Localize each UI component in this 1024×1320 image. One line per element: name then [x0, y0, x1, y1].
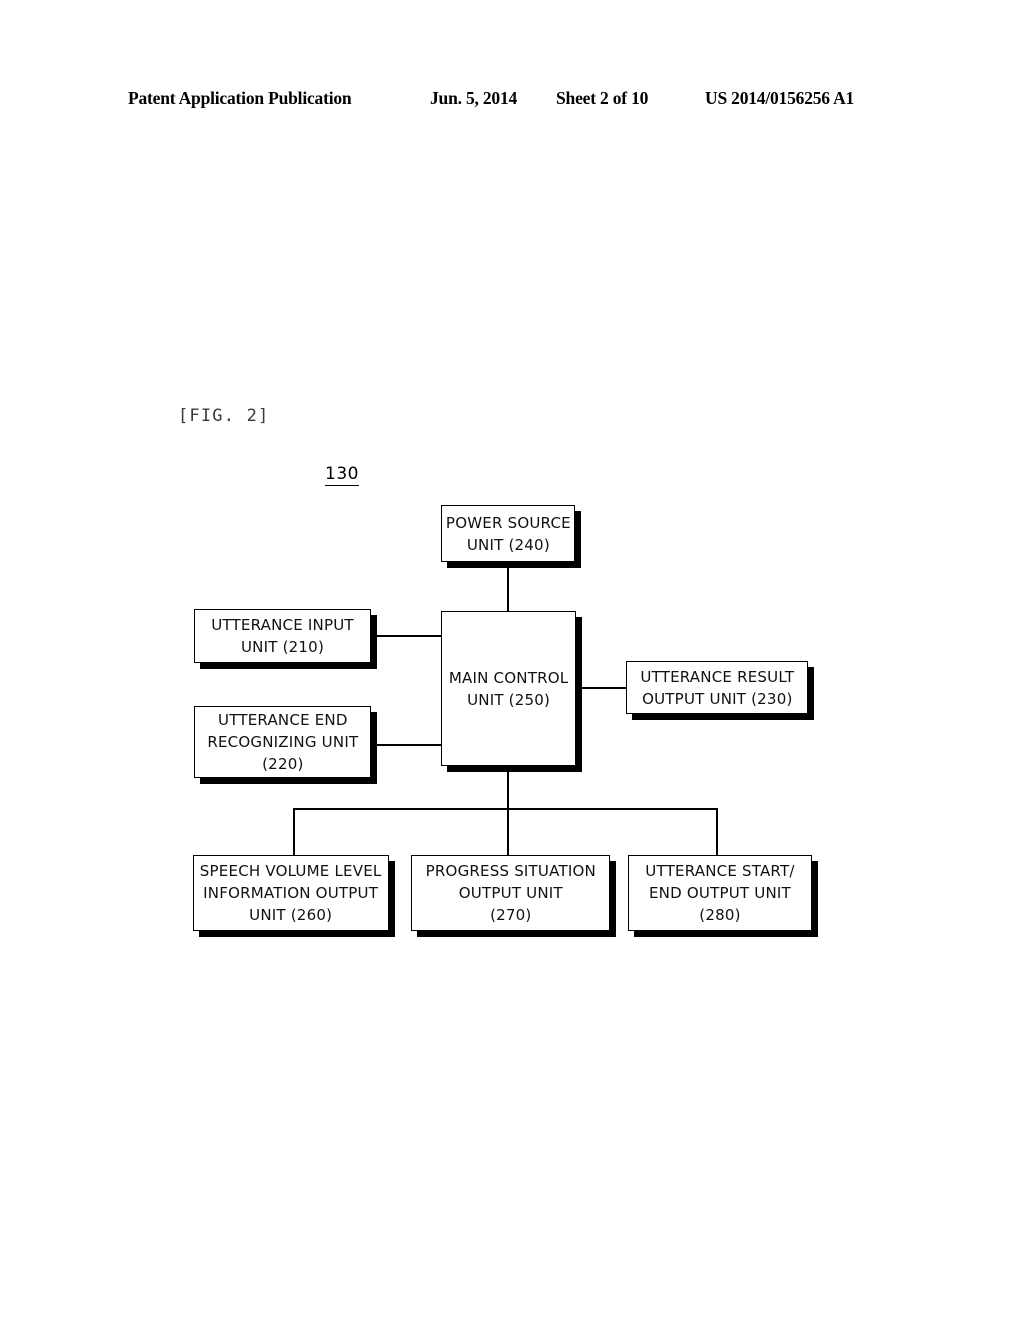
node-utterance-result-output-unit-230[interactable]: UTTERANCE RESULT OUTPUT UNIT (230)	[626, 661, 808, 714]
node-utterance-input-unit-210[interactable]: UTTERANCE INPUT UNIT (210)	[194, 609, 371, 663]
connector-210-250	[371, 635, 443, 637]
connector-220-250	[371, 744, 443, 746]
node-label-230: UTTERANCE RESULT OUTPUT UNIT (230)	[640, 667, 794, 708]
node-progress-situation-output-unit-270[interactable]: PROGRESS SITUATION OUTPUT UNIT (270)	[411, 855, 610, 931]
node-label-270: PROGRESS SITUATION OUTPUT UNIT (270)	[425, 862, 596, 924]
block-diagram: POWER SOURCE UNIT (240) UTTERANCE INPUT …	[0, 0, 1024, 1320]
node-main-control-unit-250[interactable]: MAIN CONTROL UNIT (250)	[441, 611, 576, 766]
connector-250-230	[576, 687, 626, 689]
connector-250-bus-stem	[507, 766, 509, 856]
connector-bus-280	[716, 808, 718, 855]
connector-bottom-bus	[293, 808, 718, 810]
connector-bus-260	[293, 808, 295, 855]
node-label-220: UTTERANCE END RECOGNIZING UNIT (220)	[206, 711, 358, 773]
node-label-250: MAIN CONTROL UNIT (250)	[448, 668, 569, 709]
node-label-210: UTTERANCE INPUT UNIT (210)	[211, 616, 354, 656]
node-utterance-end-recognizing-unit-220[interactable]: UTTERANCE END RECOGNIZING UNIT (220)	[194, 706, 371, 778]
node-power-source-unit-240[interactable]: POWER SOURCE UNIT (240)	[441, 505, 575, 562]
node-utterance-start-end-output-unit-280[interactable]: UTTERANCE START/ END OUTPUT UNIT (280)	[628, 855, 812, 931]
node-label-240: POWER SOURCE UNIT (240)	[445, 513, 571, 554]
node-label-280: UTTERANCE START/ END OUTPUT UNIT (280)	[645, 862, 795, 924]
node-label-260: SPEECH VOLUME LEVEL INFORMATION OUTPUT U…	[200, 862, 382, 924]
node-speech-volume-level-information-output-unit-260[interactable]: SPEECH VOLUME LEVEL INFORMATION OUTPUT U…	[193, 855, 389, 931]
connector-240-250	[507, 562, 509, 612]
